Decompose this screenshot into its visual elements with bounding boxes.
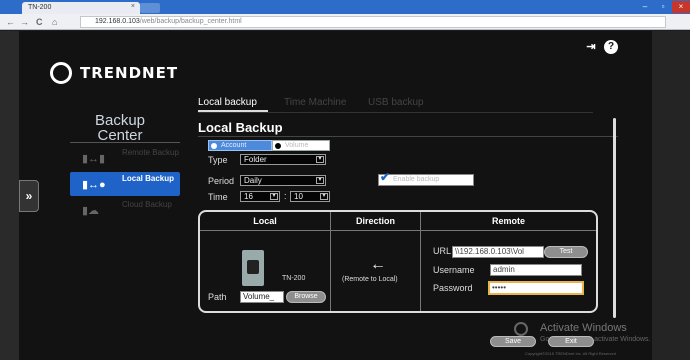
expand-sidebar-button[interactable]: » [19,180,39,212]
username-input[interactable]: admin [490,264,582,276]
chevron-down-icon: ▾ [320,193,328,200]
type-select[interactable]: Folder ▾ [240,154,326,165]
column-divider [330,212,331,311]
username-label: Username [433,265,475,275]
account-radio[interactable]: Account [208,140,272,151]
logout-icon[interactable]: ⇥ [584,40,598,54]
brand-logo: TRENDNET [80,64,179,82]
nas-device-icon [242,250,264,286]
sidebar-item-cloud-backup[interactable]: ▮☁ Cloud Backup [70,198,180,222]
reload-button[interactable]: C [36,15,43,29]
volume-radio[interactable]: Volume [272,140,330,151]
local-backup-icon: ▮↔● [82,179,106,191]
drive-slot-icon [247,260,259,274]
local-column-header: Local [253,216,277,226]
password-label: Password [433,283,473,293]
sidebar-item-label: Cloud Backup [122,200,172,209]
watermark-title: Activate Windows [540,322,627,334]
scrollbar[interactable] [613,118,616,318]
tab-time-machine[interactable]: Time Machine [284,97,346,108]
checkmark-icon: ✔ [380,170,391,184]
path-label: Path [208,292,227,302]
browser-tab[interactable]: TN-200 × [22,2,140,14]
device-name: TN-200 [282,275,306,282]
chevron-down-icon: ▾ [316,177,324,184]
minute-select[interactable]: 10 ▾ [290,191,330,202]
volume-radio-label: Volume [285,142,309,149]
tab-close-icon[interactable]: × [131,3,135,10]
tabs-divider [198,112,593,113]
remote-url-input[interactable]: \\192.168.0.103\Vol [452,246,544,258]
account-radio-label: Account [221,142,247,149]
exit-button[interactable]: Exit [548,336,594,347]
period-label: Period [208,176,235,186]
enable-backup-label: Enable backup [393,176,440,183]
header-divider [200,230,596,231]
copyright-text: Copyright©2015 TRENDnet Inc. All Right R… [525,351,616,356]
time-colon: : [284,191,287,201]
path-input[interactable]: Volume_ [240,291,284,303]
test-button[interactable]: Test [544,246,588,258]
period-select-value: Daily [244,176,262,185]
direction-column-header: Direction [355,216,395,226]
type-label: Type [208,155,228,165]
cloud-backup-icon: ▮☁ [82,205,100,217]
sidebar-item-remote-backup[interactable]: ▮↔▮ Remote Backup [70,146,180,170]
tab-title: TN-200 [28,4,52,11]
radio-dot-icon [211,143,217,149]
chevron-down-icon: ▾ [270,193,278,200]
chevron-down-icon: ▾ [316,156,324,163]
trendnet-logo-icon [50,62,72,84]
sidebar-item-label: Local Backup [122,174,175,183]
url-host: 192.168.0.103 [95,18,140,25]
direction-label: (Remote to Local) [342,276,398,283]
url-input[interactable]: 192.168.0.103/web/backup/backup_center.h… [80,16,666,28]
url-path: /web/backup/backup_center.html [139,18,242,25]
save-button[interactable]: Save [490,336,536,347]
hour-select[interactable]: 16 ▾ [240,191,280,202]
sidebar-divider [70,142,180,143]
remote-backup-icon: ▮↔▮ [82,153,106,165]
back-button[interactable]: ← [6,15,15,29]
type-select-value: Folder [244,155,267,164]
url-label: URL [433,246,452,256]
direction-arrow-icon: ← [370,256,386,273]
right-window-margin [652,31,690,360]
forward-button[interactable]: → [20,15,29,29]
new-tab-button[interactable] [140,3,160,13]
windows-activation-icon [514,322,528,336]
sidebar-item-local-backup[interactable]: ▮↔● Local Backup [70,172,180,196]
remote-column-header: Remote [491,216,525,226]
heading-divider [198,136,618,137]
hour-value: 16 [244,192,253,201]
home-button[interactable]: ⌂ [52,15,57,29]
left-window-margin [0,31,19,360]
enable-backup-checkbox[interactable]: ✔ Enable backup [378,170,474,186]
period-select[interactable]: Daily ▾ [240,175,326,186]
backup-config-panel: Local Direction Remote TN-200 Path Volum… [198,210,598,313]
address-bar-row: ← → C ⌂ 192.168.0.103/web/backup/backup_… [0,14,690,30]
tab-local-backup[interactable]: Local backup [198,97,257,108]
minute-value: 10 [294,192,303,201]
help-icon[interactable]: ? [604,40,618,54]
sidebar-title: Backup Center [94,112,146,144]
tab-usb-backup[interactable]: USB backup [368,97,424,108]
radio-dot-icon [275,143,281,149]
page-title: Local Backup [198,120,283,135]
sidebar-item-label: Remote Backup [122,148,179,157]
column-divider [420,212,421,311]
browse-button[interactable]: Browse [286,291,326,303]
minimize-button[interactable]: – [636,1,654,13]
time-label: Time [208,192,228,202]
maximize-button[interactable]: ▫ [654,1,672,13]
browser-title-bar: TN-200 × – ▫ × [0,0,690,14]
password-input[interactable]: ••••• [488,281,584,295]
close-window-button[interactable]: × [672,1,690,13]
